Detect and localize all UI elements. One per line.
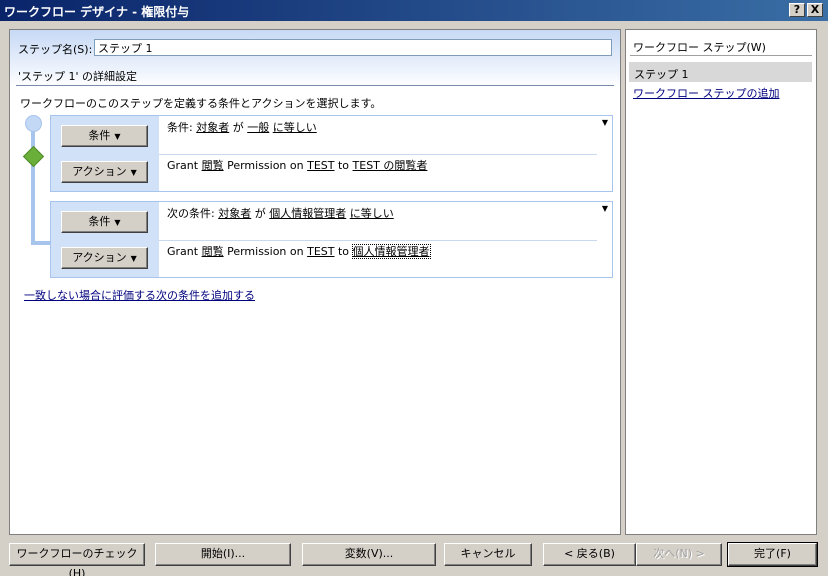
action-target-link[interactable]: TEST (307, 159, 334, 172)
rule-2-condition-text: 次の条件: 対象者 が 個人情報管理者 に等しい (167, 205, 394, 221)
action-permission-link[interactable]: 閲覧 (202, 245, 224, 258)
header-divider (16, 85, 614, 86)
rule-1-separator (159, 154, 597, 155)
initiation-button[interactable]: 開始(I)... (155, 543, 291, 566)
rule-1-condition-button[interactable]: 条件 ▼ (61, 125, 148, 147)
rule-2-dropdown-arrow-icon[interactable]: ▼ (602, 204, 608, 213)
condition-operator-link[interactable]: に等しい (350, 207, 394, 220)
chevron-down-icon: ▼ (114, 132, 121, 141)
check-workflow-button[interactable]: ワークフローのチェック(H) (9, 543, 145, 576)
step-details-title: 'ステップ 1' の詳細設定 (18, 70, 138, 83)
action-text: Permission on (227, 245, 304, 258)
sidebar-divider (630, 55, 812, 56)
rule-2-action-text: Grant 閲覧 Permission on TEST to 個人情報管理者 (167, 243, 431, 259)
action-prefix: Grant (167, 159, 199, 172)
timeline-line (31, 125, 35, 245)
step-header: ステップ名(S): 'ステップ 1' の詳細設定 (10, 30, 620, 88)
window-title: ワークフロー デザイナ - 権限付与 (4, 5, 190, 19)
back-button[interactable]: < 戻る(B) (543, 543, 636, 566)
step-instruction: ワークフローのこのステップを定義する条件とアクションを選択します。 (20, 97, 382, 110)
timeline-branch (33, 241, 51, 245)
action-recipient-link[interactable]: TEST の閲覧者 (353, 159, 428, 172)
close-button[interactable]: X (807, 3, 823, 17)
action-prefix: Grant (167, 245, 199, 258)
start-circle-icon (25, 115, 42, 132)
condition-field-link[interactable]: 対象者 (196, 121, 229, 134)
action-text: to (337, 245, 350, 258)
condition-operator-link[interactable]: に等しい (273, 121, 317, 134)
action-recipient-link[interactable]: 個人情報管理者 (351, 244, 431, 259)
rule-1-dropdown-arrow-icon[interactable]: ▼ (602, 118, 608, 127)
help-button[interactable]: ? (789, 3, 805, 17)
rule-2-separator (159, 240, 597, 241)
rule-1-action-text: Grant 閲覧 Permission on TEST to TEST の閲覧者 (167, 157, 427, 173)
action-target-link[interactable]: TEST (307, 245, 334, 258)
chevron-down-icon: ▼ (114, 218, 121, 227)
condition-value-link[interactable]: 一般 (247, 121, 269, 134)
rule-2-condition-button[interactable]: 条件 ▼ (61, 211, 148, 233)
chevron-down-icon: ▼ (130, 254, 137, 263)
rule-2-condition-button-label: 条件 (88, 215, 111, 228)
rule-1-condition-text: 条件: 対象者 が 一般 に等しい (167, 119, 317, 135)
step-name-label: ステップ名(S): (18, 43, 93, 56)
rule-1-action-button[interactable]: アクション ▼ (61, 161, 148, 183)
action-permission-link[interactable]: 閲覧 (202, 159, 224, 172)
condition-value-link[interactable]: 個人情報管理者 (269, 207, 346, 220)
condition-op: が (232, 121, 244, 134)
chevron-down-icon: ▼ (130, 168, 137, 177)
rule-1-action-button-label: アクション (72, 165, 127, 178)
condition-prefix: 条件: (167, 121, 193, 134)
rule-block-2: ▼ 条件 ▼ アクション ▼ 次の条件: 対象者 が 個人情報管理者 に等しい Gr… (50, 201, 613, 278)
add-else-condition-link[interactable]: 一致しない場合に評価する次の条件を追加する (24, 287, 255, 303)
rule-2-action-button[interactable]: アクション ▼ (61, 247, 148, 269)
finish-button[interactable]: 完了(F) (727, 542, 818, 567)
condition-field-link[interactable]: 対象者 (218, 207, 251, 220)
condition-prefix: 次の条件: (167, 207, 215, 220)
workflow-steps-title: ワークフロー ステップ(W) (633, 41, 766, 54)
add-workflow-step-link[interactable]: ワークフロー ステップの追加 (633, 85, 780, 101)
branch-diamond-icon (22, 145, 45, 168)
rule-1-condition-button-label: 条件 (88, 129, 111, 142)
step-name-input[interactable] (94, 39, 612, 56)
workflow-steps-panel: ワークフロー ステップ(W) ステップ 1 ワークフロー ステップの追加 (625, 29, 817, 535)
action-text: Permission on (227, 159, 304, 172)
next-button[interactable]: 次へ(N) > (636, 543, 722, 566)
rule-2-action-button-label: アクション (72, 251, 127, 264)
action-text: to (337, 159, 350, 172)
variables-button[interactable]: 変数(V)... (302, 543, 436, 566)
step-editor-panel: ステップ名(S): 'ステップ 1' の詳細設定 ワークフローのこのステップを定… (9, 29, 621, 535)
rule-block-1: ▼ 条件 ▼ アクション ▼ 条件: 対象者 が 一般 に等しい Grant 閲覧 … (50, 115, 613, 192)
condition-op: が (254, 207, 266, 220)
cancel-button[interactable]: キャンセル (444, 543, 532, 566)
sidebar-item-step-1[interactable]: ステップ 1 (629, 62, 812, 82)
title-bar: ワークフロー デザイナ - 権限付与 ? X (0, 0, 828, 21)
